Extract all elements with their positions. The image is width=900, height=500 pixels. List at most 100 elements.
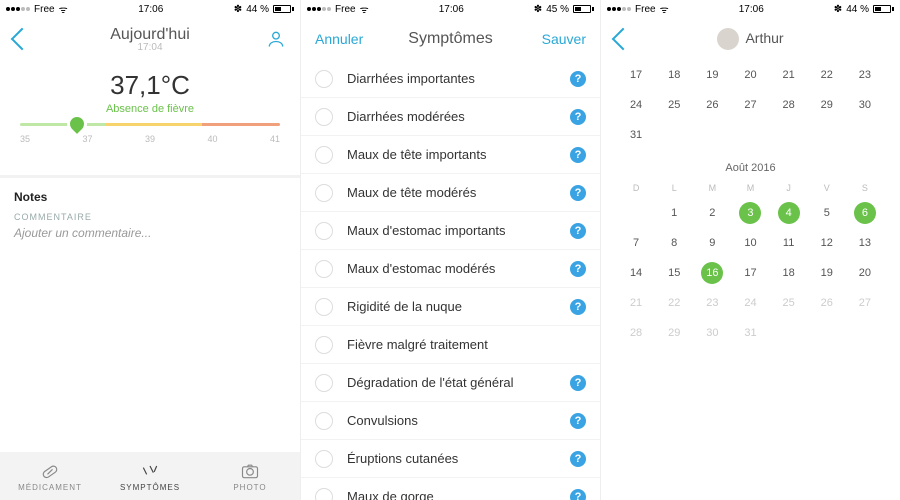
- calendar-day[interactable]: 2: [693, 198, 731, 228]
- calendar-day[interactable]: 24: [731, 288, 769, 318]
- symptom-row[interactable]: Maux de tête importants?: [301, 136, 600, 174]
- calendar-day[interactable]: 3: [731, 198, 769, 228]
- calendar-day[interactable]: 20: [731, 60, 769, 90]
- calendar-day[interactable]: 4: [770, 198, 808, 228]
- info-icon[interactable]: ?: [570, 185, 586, 201]
- calendar-day[interactable]: 9: [693, 228, 731, 258]
- calendar-day[interactable]: 7: [617, 228, 655, 258]
- back-button[interactable]: [11, 28, 34, 51]
- calendar-day[interactable]: 23: [693, 288, 731, 318]
- symptom-row[interactable]: Maux d'estomac importants?: [301, 212, 600, 250]
- radio-icon[interactable]: [315, 450, 333, 468]
- save-button[interactable]: Sauver: [542, 31, 586, 47]
- info-icon[interactable]: ?: [570, 375, 586, 391]
- info-icon[interactable]: ?: [570, 109, 586, 125]
- calendar-day[interactable]: 25: [770, 288, 808, 318]
- info-icon[interactable]: ?: [570, 147, 586, 163]
- symptom-row[interactable]: Maux de tête modérés?: [301, 174, 600, 212]
- info-icon[interactable]: ?: [570, 451, 586, 467]
- calendar-day[interactable]: 20: [846, 258, 884, 288]
- symptom-row[interactable]: Fièvre malgré traitement: [301, 326, 600, 364]
- comment-input[interactable]: Ajouter un commentaire...: [0, 222, 300, 240]
- calendar-day: [655, 120, 693, 150]
- scale-knob-icon[interactable]: [67, 114, 87, 134]
- calendar-day[interactable]: 29: [655, 318, 693, 348]
- radio-icon[interactable]: [315, 222, 333, 240]
- calendar-day[interactable]: 21: [770, 60, 808, 90]
- calendar-day[interactable]: 25: [655, 90, 693, 120]
- calendar-day[interactable]: 29: [808, 90, 846, 120]
- calendar-day[interactable]: 27: [846, 288, 884, 318]
- nav-title: Symptômes: [408, 30, 492, 47]
- calendar-day[interactable]: 30: [846, 90, 884, 120]
- calendar-day[interactable]: 21: [617, 288, 655, 318]
- calendar-day[interactable]: 13: [846, 228, 884, 258]
- back-button[interactable]: [612, 28, 635, 51]
- scale-tick: 35: [20, 134, 30, 144]
- symptom-row[interactable]: Diarrhées modérées?: [301, 98, 600, 136]
- tab-photo[interactable]: PHOTO: [200, 452, 300, 500]
- calendar-day[interactable]: 18: [770, 258, 808, 288]
- calendar-day[interactable]: 15: [655, 258, 693, 288]
- calendar-day[interactable]: 30: [693, 318, 731, 348]
- tab-medicament[interactable]: MÉDICAMENT: [0, 452, 100, 500]
- battery-icon: [873, 5, 894, 13]
- symptom-row[interactable]: Éruptions cutanées?: [301, 440, 600, 478]
- profile-icon[interactable]: [266, 29, 286, 49]
- calendar-day[interactable]: 28: [770, 90, 808, 120]
- radio-icon[interactable]: [315, 488, 333, 500]
- symptom-row[interactable]: Rigidité de la nuque?: [301, 288, 600, 326]
- calendar-day[interactable]: 17: [731, 258, 769, 288]
- info-icon[interactable]: ?: [570, 413, 586, 429]
- info-icon[interactable]: ?: [570, 71, 586, 87]
- calendar-day[interactable]: 27: [731, 90, 769, 120]
- calendar-day[interactable]: 19: [693, 60, 731, 90]
- calendar-day[interactable]: 17: [617, 60, 655, 90]
- symptom-row[interactable]: Dégradation de l'état général?: [301, 364, 600, 402]
- scale-tick: 41: [270, 134, 280, 144]
- calendar-day[interactable]: 22: [808, 60, 846, 90]
- calendar-day[interactable]: 16: [693, 258, 731, 288]
- carrier-label: Free: [34, 4, 55, 15]
- calendar-day[interactable]: 14: [617, 258, 655, 288]
- calendar-day[interactable]: 12: [808, 228, 846, 258]
- cancel-button[interactable]: Annuler: [315, 31, 363, 47]
- calendar-day[interactable]: 24: [617, 90, 655, 120]
- radio-icon[interactable]: [315, 146, 333, 164]
- calendar-day[interactable]: 11: [770, 228, 808, 258]
- info-icon[interactable]: ?: [570, 299, 586, 315]
- calendar-day[interactable]: 31: [731, 318, 769, 348]
- radio-icon[interactable]: [315, 260, 333, 278]
- temperature-scale[interactable]: 3537394041: [20, 123, 280, 153]
- calendar-day[interactable]: 23: [846, 60, 884, 90]
- calendar-day[interactable]: 1: [655, 198, 693, 228]
- calendar-day[interactable]: 26: [693, 90, 731, 120]
- symptom-row[interactable]: Convulsions?: [301, 402, 600, 440]
- calendar-day[interactable]: 5: [808, 198, 846, 228]
- profile-name[interactable]: Arthur: [745, 30, 783, 46]
- calendar-day[interactable]: 6: [846, 198, 884, 228]
- radio-icon[interactable]: [315, 336, 333, 354]
- radio-icon[interactable]: [315, 298, 333, 316]
- calendar-day[interactable]: 10: [731, 228, 769, 258]
- calendar-day[interactable]: 28: [617, 318, 655, 348]
- tab-symptomes[interactable]: SYMPTÔMES: [100, 452, 200, 500]
- info-icon[interactable]: ?: [570, 261, 586, 277]
- radio-icon[interactable]: [315, 70, 333, 88]
- radio-icon[interactable]: [315, 412, 333, 430]
- calendar-day[interactable]: 31: [617, 120, 655, 150]
- symptom-row[interactable]: Diarrhées importantes?: [301, 60, 600, 98]
- radio-icon[interactable]: [315, 108, 333, 126]
- calendar-day[interactable]: 19: [808, 258, 846, 288]
- day-marker: 3: [739, 202, 761, 224]
- symptom-row[interactable]: Maux de gorge?: [301, 478, 600, 500]
- info-icon[interactable]: ?: [570, 223, 586, 239]
- radio-icon[interactable]: [315, 374, 333, 392]
- calendar-day[interactable]: 22: [655, 288, 693, 318]
- radio-icon[interactable]: [315, 184, 333, 202]
- calendar-day[interactable]: 8: [655, 228, 693, 258]
- info-icon[interactable]: ?: [570, 489, 586, 500]
- symptom-row[interactable]: Maux d'estomac modérés?: [301, 250, 600, 288]
- calendar-day[interactable]: 18: [655, 60, 693, 90]
- calendar-day[interactable]: 26: [808, 288, 846, 318]
